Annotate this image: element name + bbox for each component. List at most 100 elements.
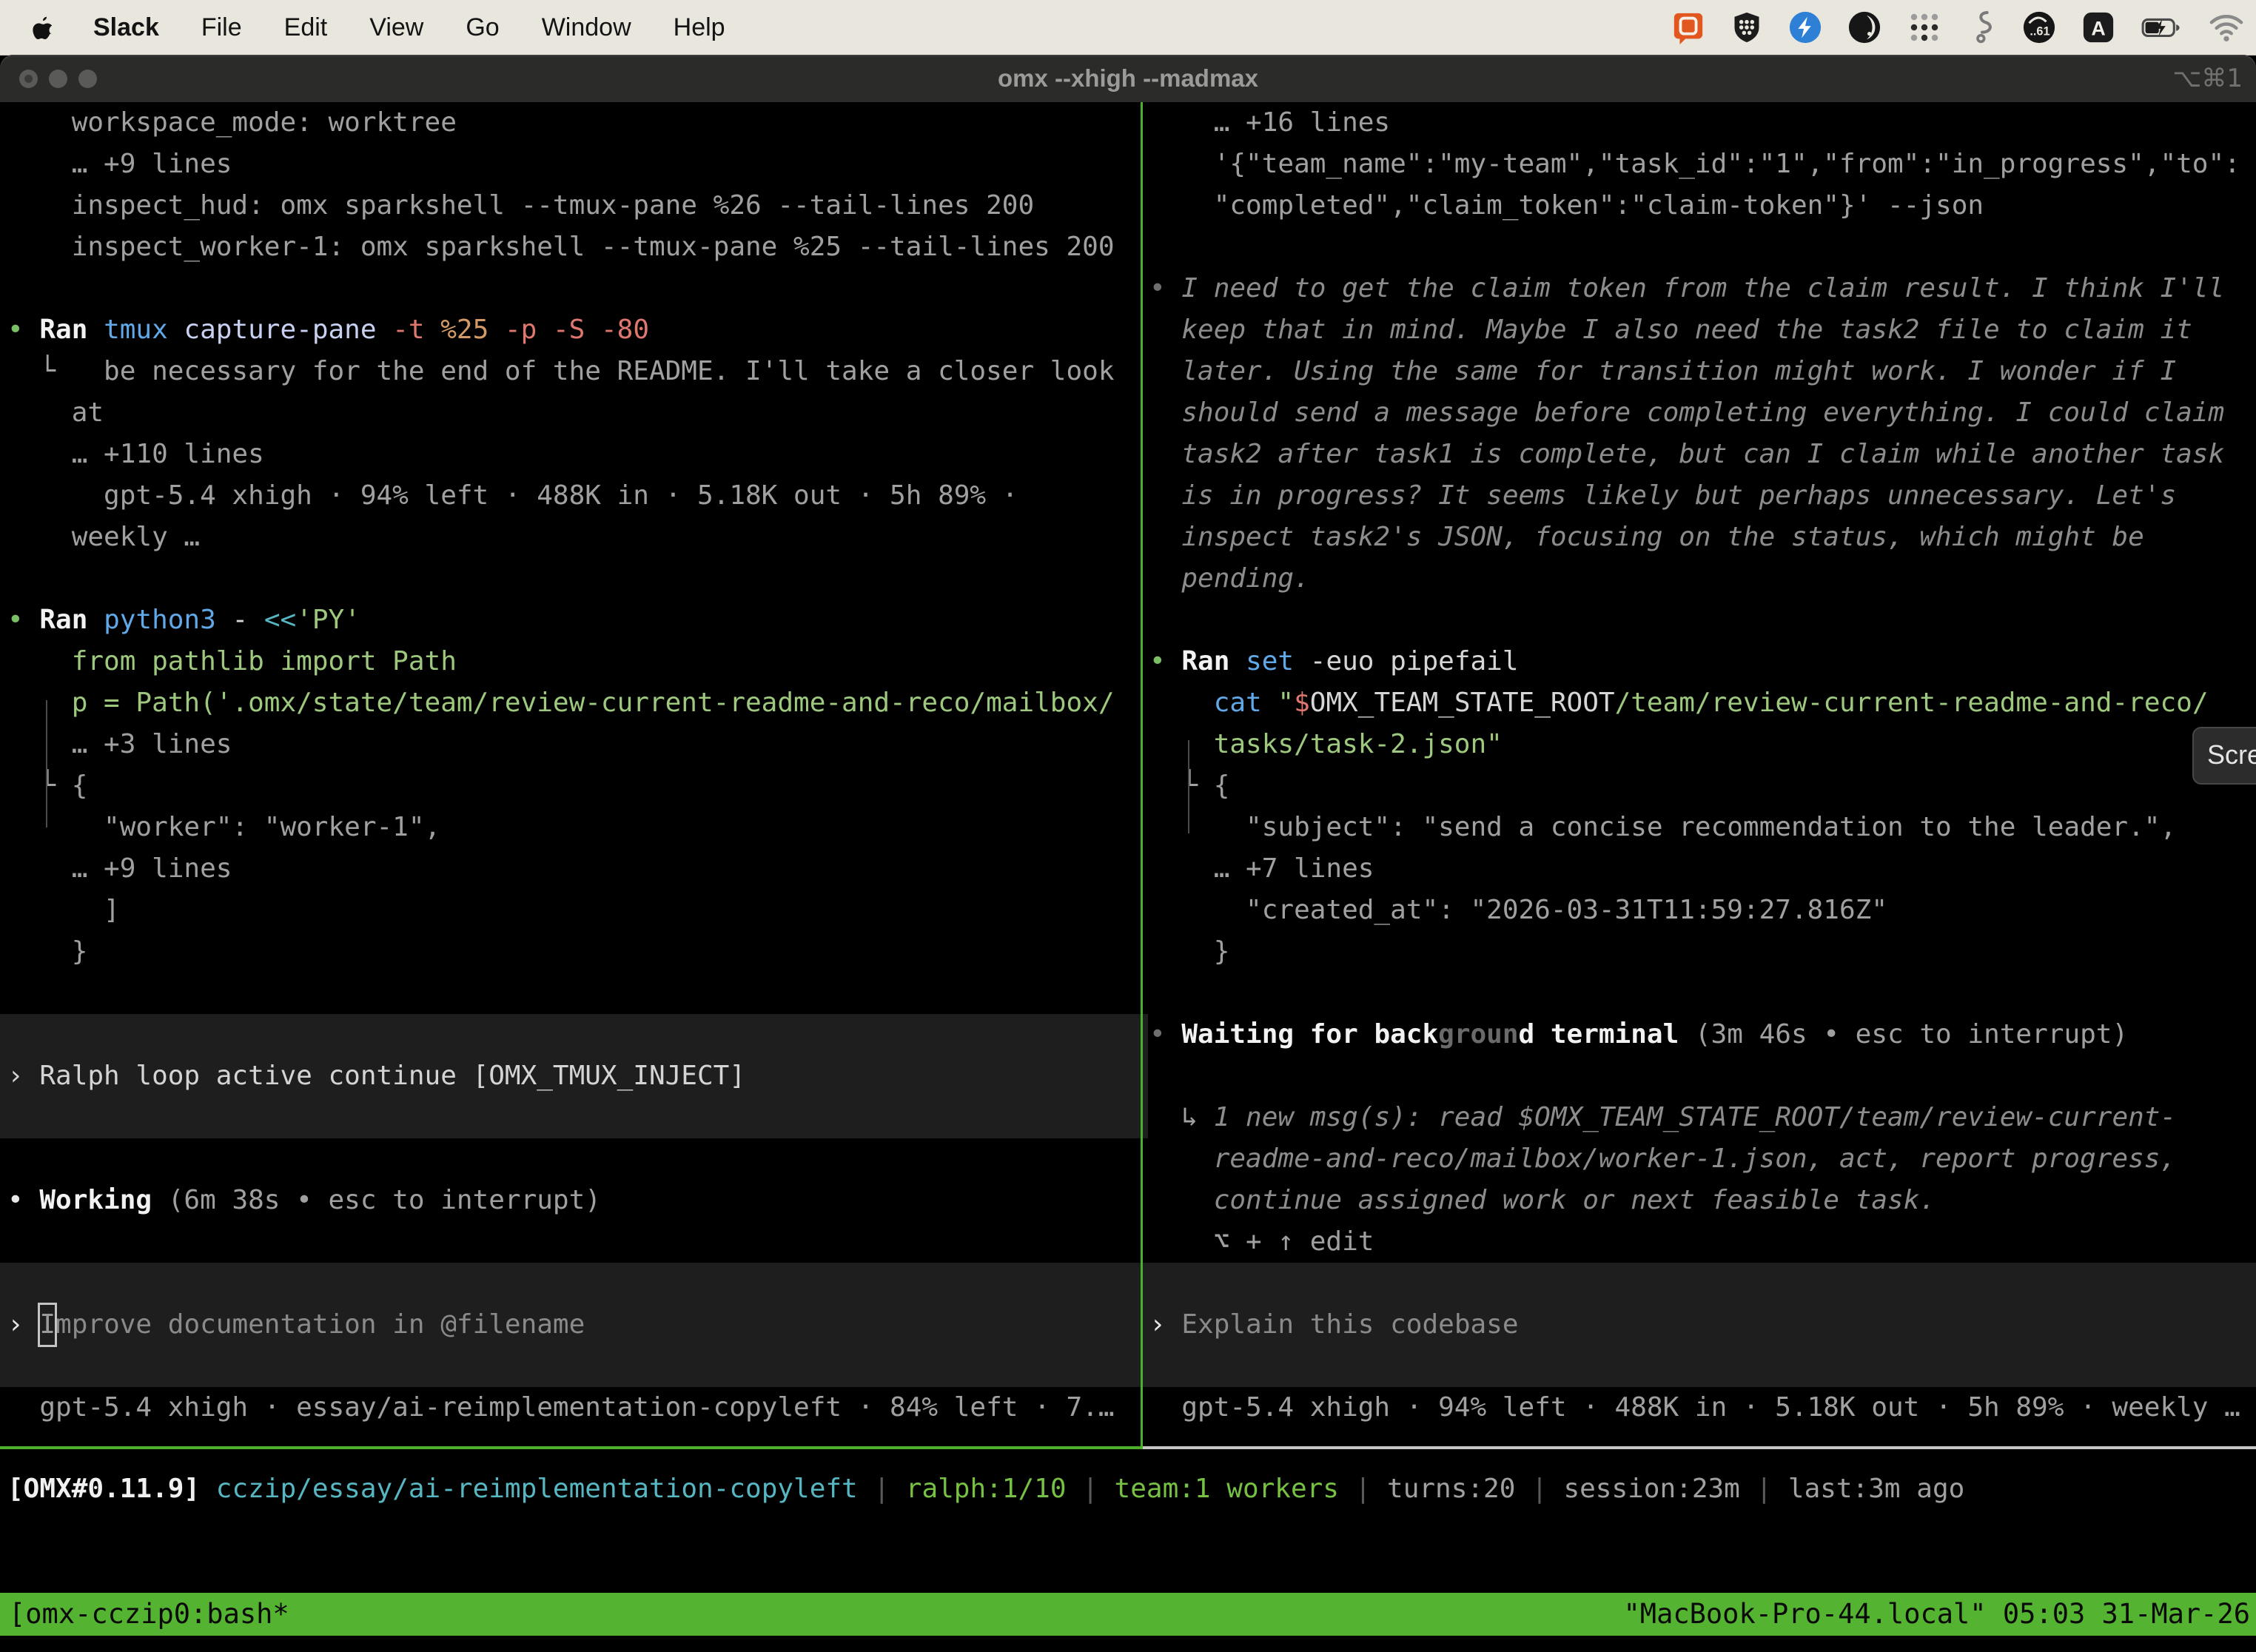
letter-a-icon[interactable]: A	[2081, 8, 2115, 47]
window-shortcut: ⌥⌘1	[2172, 55, 2243, 102]
terminal-text: … +7 lines	[1149, 853, 1374, 884]
hud-segment: |	[1339, 1474, 1387, 1504]
terminal-line: … +7 lines	[1149, 848, 2256, 890]
menu-items: Slack File Edit View Go Window Help	[93, 13, 725, 42]
terminal-text: OMX_TEAM_STATE_ROOT	[1310, 688, 1615, 718]
tmux-status-bar: [omx-cczip0:bash* "MacBook-Pro-44.local"…	[0, 1593, 2256, 1636]
tooltip-text: Scre	[2207, 739, 2256, 770]
terminal-line: ]	[7, 890, 1148, 931]
percent-61-icon[interactable]: ..61	[2022, 8, 2056, 47]
terminal-text: '{"team_name":"my-team","task_id":"1","f…	[1149, 149, 2240, 179]
window-titlebar[interactable]: omx --xhigh --madmax ⌥⌘1	[0, 55, 2256, 102]
terminal-line: └ {	[1149, 765, 2256, 807]
terminal-line: gpt-5.4 xhigh · 94% left · 488K in · 5.1…	[1149, 1387, 2256, 1428]
terminal-line: inspect_hud: omx sparkshell --tmux-pane …	[7, 185, 1148, 226]
wifi-icon[interactable]	[2209, 8, 2244, 47]
terminal-line	[0, 1263, 1148, 1304]
hud-segment: turns:20	[1387, 1474, 1515, 1504]
terminal-text: python3	[104, 605, 232, 635]
terminal-text: •	[1149, 273, 1181, 303]
shield-grid-icon[interactable]	[1730, 8, 1763, 47]
terminal-line: pending.	[1149, 558, 2256, 600]
terminal-text: tmux	[104, 315, 184, 345]
terminal-text: capture-pane	[184, 315, 392, 345]
terminal-text: at	[7, 397, 104, 428]
terminal-line	[7, 558, 1148, 600]
terminal-line: ⌥ + ↑ edit	[1149, 1221, 2256, 1263]
hud-segment	[200, 1474, 216, 1504]
apple-menu-icon[interactable]	[31, 16, 55, 39]
terminal-text: inspect task2's JSON, focusing on the st…	[1149, 522, 2144, 552]
squiggle-icon[interactable]	[1967, 8, 1997, 47]
terminal-text: "worker": "worker-1",	[7, 812, 440, 842]
prompt-input-left[interactable]: › Improve documentation in @filename	[0, 1304, 1148, 1346]
terminal-text: gpt-5.4 xhigh · essay/ai-reimplementatio…	[7, 1392, 1115, 1423]
terminal-line: p = Path('.omx/state/team/review-current…	[7, 682, 1148, 724]
terminal-text: d terminal	[1519, 1019, 1679, 1050]
terminal-text: (6m 38s • esc to interrupt)	[152, 1185, 601, 1215]
terminal-text: … +16 lines	[1149, 107, 1390, 138]
prompt-input-right[interactable]: › Explain this codebase	[1143, 1304, 2256, 1346]
terminal-line: … +3 lines	[7, 724, 1148, 765]
hud-segment: |	[1515, 1474, 1563, 1504]
terminal-line	[7, 268, 1148, 309]
terminal-line	[1149, 600, 2256, 641]
terminal-pane-left[interactable]: workspace_mode: worktree … +9 lines insp…	[0, 102, 1148, 1448]
omx-hud-statusline: [OMX#0.11.9] cczip/essay/ai-reimplementa…	[7, 1468, 1964, 1510]
hud-segment: ralph:1/10	[906, 1474, 1067, 1504]
macos-menu-bar: Slack File Edit View Go Window Help ..61 A	[0, 0, 2256, 56]
menu-slack[interactable]: Slack	[93, 13, 159, 42]
terminal-line: }	[7, 931, 1148, 973]
terminal-text: ›	[7, 1309, 39, 1340]
terminal-text: Ran	[1181, 646, 1246, 676]
terminal-text: pending.	[1149, 563, 1310, 594]
terminal-line: workspace_mode: worktree	[7, 102, 1148, 144]
battery-icon[interactable]	[2141, 8, 2183, 47]
terminal-text: inspect_hud: omx sparkshell --tmux-pane …	[7, 190, 1034, 221]
menu-edit[interactable]: Edit	[284, 13, 328, 42]
terminal-line	[7, 1221, 1148, 1263]
ralph-loop-status: › Ralph loop active continue [OMX_TMUX_I…	[0, 1055, 1148, 1097]
terminal-text: ↳	[1149, 1102, 1214, 1132]
terminal-line: "completed","claim_token":"claim-token"}…	[1149, 185, 2256, 226]
terminal-text: "	[1278, 688, 1294, 718]
pane-divider[interactable]	[1141, 102, 1143, 1448]
terminal-text: <<	[264, 605, 296, 635]
menu-go[interactable]: Go	[466, 13, 499, 42]
terminal-line: readme-and-reco/mailbox/worker-1.json, a…	[1149, 1138, 2256, 1180]
terminal-window: omx --xhigh --madmax ⌥⌘1 workspace_mode:…	[0, 55, 2256, 1652]
terminal-text: -t	[392, 315, 440, 345]
status-icons: ..61 A	[1671, 8, 2256, 47]
chat-bubble-icon[interactable]	[1671, 8, 1705, 47]
menu-file[interactable]: File	[201, 13, 242, 42]
indent-guide	[1188, 740, 1189, 833]
terminal-text: $	[1294, 688, 1310, 718]
terminal-line	[1143, 1263, 2256, 1304]
hud-segment: |	[858, 1474, 906, 1504]
tmux-session-label: [omx-cczip0:bash*	[9, 1593, 289, 1636]
terminal-line: … +16 lines	[1149, 102, 2256, 144]
terminal-text: Ran	[39, 315, 104, 345]
terminal-line: • Ran tmux capture-pane -t %25 -p -S -80	[7, 309, 1148, 351]
dots-grid-icon[interactable]	[1907, 8, 1942, 47]
terminal-text: ]	[7, 895, 120, 925]
terminal-line	[1149, 1055, 2256, 1097]
hud-segment: team:1 workers	[1115, 1474, 1339, 1504]
lightning-circle-icon[interactable]	[1788, 8, 1822, 47]
terminal-pane-right[interactable]: … +16 lines '{"team_name":"my-team","tas…	[1143, 102, 2256, 1448]
terminal-text: I need to get the claim token from the c…	[1181, 273, 2224, 303]
menu-help[interactable]: Help	[674, 13, 725, 42]
terminal-text: › Ralph loop active continue [OMX_TMUX_I…	[7, 1061, 745, 1091]
terminal-line: task2 after task1 is complete, but can I…	[1149, 434, 2256, 475]
terminal-line: is in progress? It seems likely but perh…	[1149, 475, 2256, 517]
terminal-text: 1 new msg(s): read $OMX_TEAM_STATE_ROOT/…	[1214, 1102, 2176, 1132]
terminal-text: continue assigned work or next feasible …	[1149, 1185, 1936, 1215]
menu-view[interactable]: View	[369, 13, 423, 42]
hud-segment: |	[1740, 1474, 1788, 1504]
indent-guide	[46, 700, 47, 827]
moon-circle-icon[interactable]	[1847, 8, 1881, 47]
menu-window[interactable]: Window	[542, 13, 631, 42]
window-title: omx --xhigh --madmax	[0, 55, 2256, 102]
terminal-text: }	[1149, 936, 1229, 967]
terminal-line	[0, 1097, 1148, 1138]
